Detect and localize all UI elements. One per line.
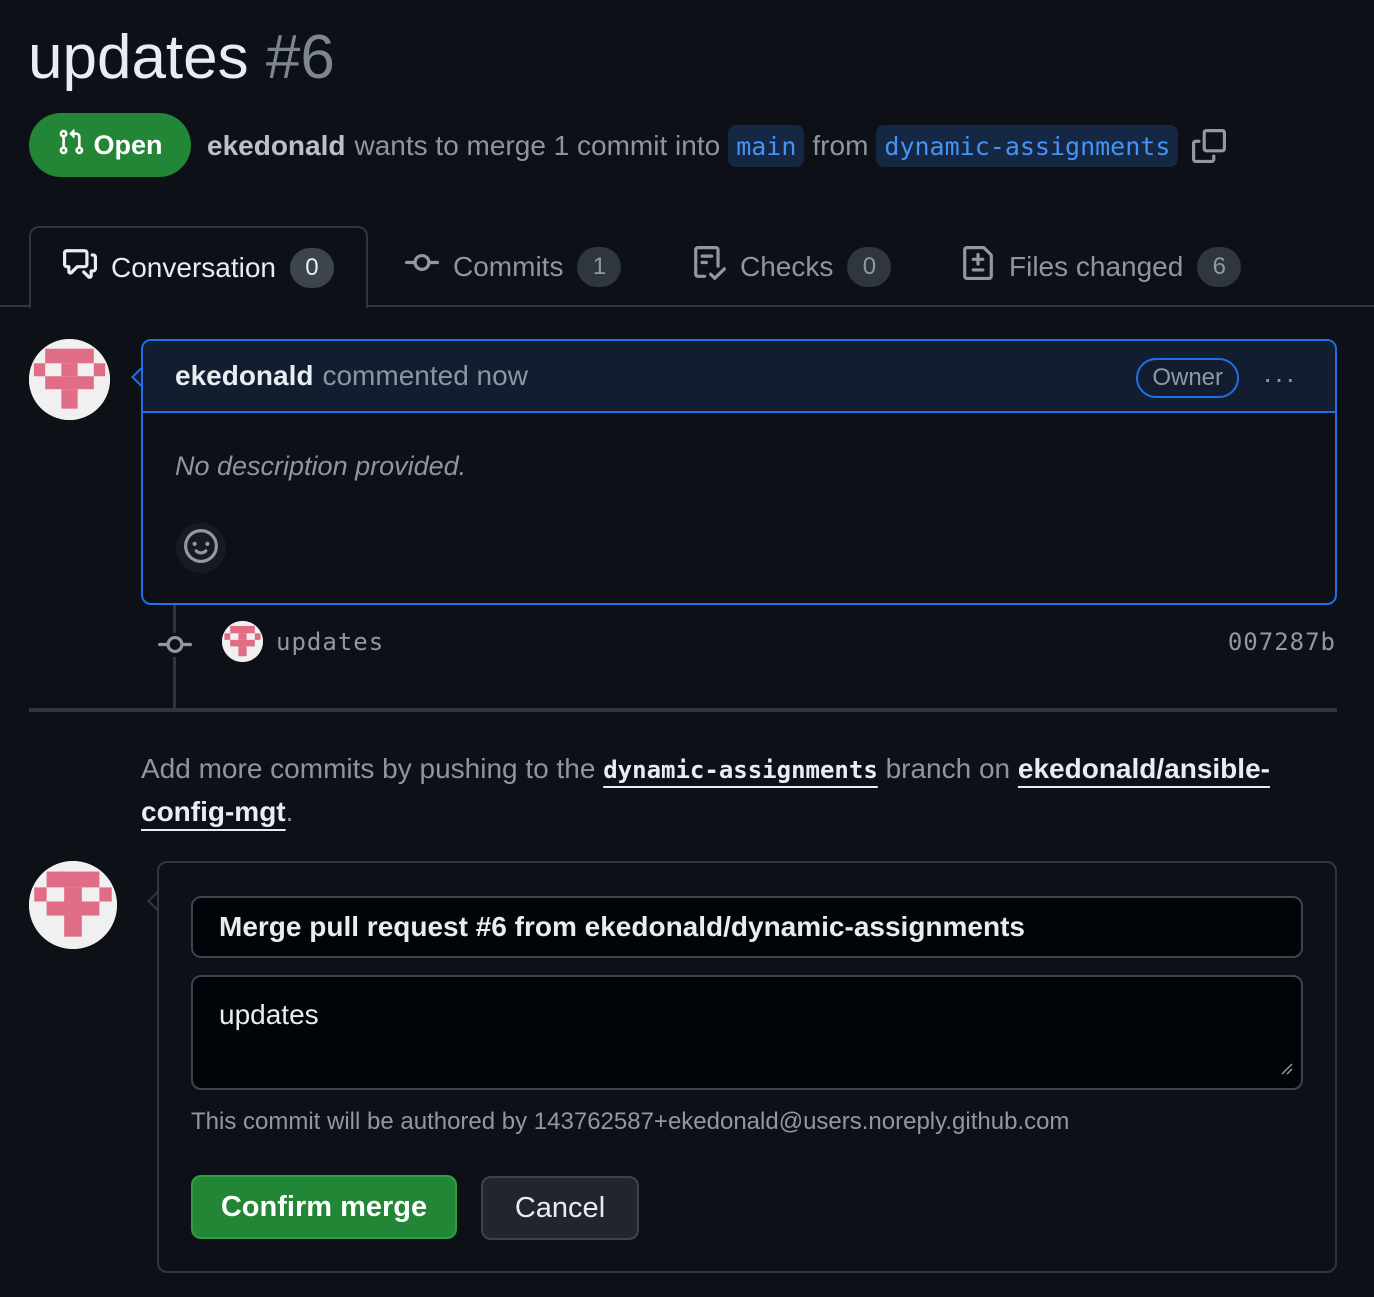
push-hint: Add more commits by pushing to the dynam… xyxy=(141,748,1331,833)
file-diff-icon xyxy=(961,246,995,287)
merge-description-textarea[interactable]: updates xyxy=(191,975,1303,1090)
comment-discussion-icon xyxy=(63,247,97,288)
tab-counter: 0 xyxy=(847,246,892,287)
git-commit-icon xyxy=(405,246,439,287)
resize-handle-icon[interactable] xyxy=(1279,1050,1293,1082)
tab-label: Checks xyxy=(740,250,834,282)
hint-suffix: . xyxy=(285,796,294,827)
commit-author-note: This commit will be authored by 14376258… xyxy=(191,1108,1070,1135)
tab-counter: 6 xyxy=(1197,246,1242,287)
owner-badge: Owner xyxy=(1136,358,1239,398)
pr-author-link[interactable]: ekedonald xyxy=(207,130,345,162)
pr-from-text: from xyxy=(812,130,869,161)
commit-author-avatar[interactable] xyxy=(222,621,263,662)
hint-middle: branch on xyxy=(885,753,1011,784)
hint-prefix: Add more commits by pushing to the xyxy=(141,753,596,784)
comment-header: ekedonald commented now Owner ··· xyxy=(143,341,1335,413)
pr-number: #6 xyxy=(265,23,335,92)
tab-checks[interactable]: Checks 0 xyxy=(692,226,892,307)
timeline-divider xyxy=(29,708,1337,712)
smiley-icon xyxy=(184,528,218,568)
pr-tabs: Conversation 0 Commits 1 Checks 0 Files … xyxy=(0,226,1374,309)
tab-counter: 1 xyxy=(577,246,622,287)
pr-meta: ekedonald wants to merge 1 commit into m… xyxy=(207,122,1227,170)
head-branch-link[interactable]: dynamic-assignments xyxy=(876,125,1179,167)
copy-icon[interactable] xyxy=(1192,129,1227,163)
pr-state-label: Open xyxy=(93,129,163,160)
pr-merge-text: wants to merge 1 commit into xyxy=(354,130,721,161)
avatar[interactable] xyxy=(29,861,117,949)
git-commit-icon xyxy=(158,635,192,661)
tab-commits[interactable]: Commits 1 xyxy=(405,226,622,307)
tab-counter: 0 xyxy=(289,247,334,288)
comment-box: ekedonald commented now Owner ··· No des… xyxy=(141,339,1337,605)
git-pull-request-icon xyxy=(57,128,85,163)
kebab-horizontal-icon[interactable]: ··· xyxy=(1263,363,1297,395)
tab-label: Files changed xyxy=(1009,250,1184,282)
checklist-icon xyxy=(692,246,727,287)
pr-title-text: updates xyxy=(28,23,249,92)
tab-label: Commits xyxy=(453,250,564,282)
pr-state-badge: Open xyxy=(29,113,191,177)
avatar[interactable] xyxy=(29,339,110,420)
tab-label: Conversation xyxy=(111,251,276,283)
add-reaction-button[interactable] xyxy=(176,523,226,573)
comment-body: No description provided. xyxy=(175,451,467,481)
tab-conversation[interactable]: Conversation 0 xyxy=(29,226,368,309)
hint-branch-link[interactable]: dynamic-assignments xyxy=(603,756,878,784)
pr-title: updates #6 xyxy=(28,18,335,98)
timeline-commit-icon-wrap xyxy=(158,633,192,657)
commit-sha-link[interactable]: 007287b xyxy=(1228,628,1336,656)
comment-author-link[interactable]: ekedonald xyxy=(175,360,313,392)
merge-title-input[interactable]: Merge pull request #6 from ekedonald/dyn… xyxy=(191,896,1303,958)
cancel-button[interactable]: Cancel xyxy=(481,1176,639,1240)
commit-message-link[interactable]: updates xyxy=(276,628,384,656)
tab-files-changed[interactable]: Files changed 6 xyxy=(961,226,1242,307)
base-branch-link[interactable]: main xyxy=(728,125,805,167)
comment-timestamp[interactable]: commented now xyxy=(322,360,527,392)
confirm-merge-button[interactable]: Confirm merge xyxy=(191,1175,457,1239)
merge-description-text: updates xyxy=(219,999,319,1030)
